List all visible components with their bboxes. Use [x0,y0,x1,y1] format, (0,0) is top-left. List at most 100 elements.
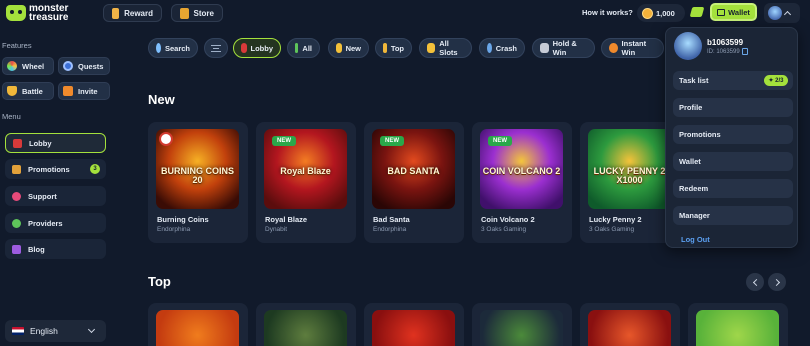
sidebar-item-lobby[interactable]: Lobby [5,133,106,153]
chip-label: All [302,43,312,53]
sidebar-item-support[interactable]: Support [5,186,106,206]
copy-icon[interactable] [742,48,748,55]
chip-label: Crash [495,43,517,53]
game-thumbnail[interactable]: LUCKY PENNY 2 X1000 [588,129,671,209]
menu-item-promotions[interactable]: Promotions [673,125,793,144]
game-card[interactable] [688,303,788,346]
hold-win-icon [540,43,549,53]
task-progress-value: 2/3 [775,77,784,84]
sidebar-item-label: Promotions [28,164,70,174]
chip-all-slots[interactable]: All Slots [419,38,472,58]
support-icon [12,191,21,201]
lobby-icon [13,138,22,148]
chip-instant-win[interactable]: Instant Win [601,38,664,58]
game-thumbnail[interactable] [264,310,347,346]
feature-battle-button[interactable]: Battle [2,82,54,100]
menu-item-manager[interactable]: Manager [673,206,793,225]
profile-menu-button[interactable] [764,3,800,23]
game-art-title: BAD SANTA [387,166,440,176]
trophy-icon [7,86,17,96]
game-card[interactable] [472,303,572,346]
game-card[interactable]: Royal Blaze NEW Royal Blaze Dynabit [256,122,356,243]
blog-icon [12,244,21,254]
provider-logo-icon [159,132,173,146]
new-badge: NEW [380,136,404,146]
menu-item-profile[interactable]: Profile [673,98,793,117]
store-label: Store [193,8,214,18]
chip-search[interactable]: Search [148,38,198,58]
gift-icon [12,164,21,174]
feature-wheel-button[interactable]: Wheel [2,57,54,75]
ticket-icon[interactable] [689,7,705,17]
sidebar-item-blog[interactable]: Blog [5,239,106,259]
game-thumbnail[interactable] [588,310,671,346]
game-provider: 3 Oaks Gaming [481,226,527,233]
sidebar-item-promotions[interactable]: Promotions 3 [5,159,106,179]
game-thumbnail[interactable]: Royal Blaze NEW [264,129,347,209]
game-card[interactable] [256,303,356,346]
brand-logo[interactable]: monster treasure [6,2,96,24]
game-provider: Endorphina [373,226,407,233]
chip-label: Search [164,43,190,53]
chip-label: All Slots [439,39,458,57]
store-button[interactable]: Store [171,4,223,22]
how-it-works-link[interactable]: How it works? [582,8,633,17]
chip-crash[interactable]: Crash [479,38,525,58]
reward-chest-icon [112,7,120,19]
profile-dropdown: b1063599 ID: 1063599 Task list ✦ 2/3 Pro… [665,27,798,248]
feature-invite-button[interactable]: Invite [58,82,110,100]
sidebar-item-label: Providers [28,218,63,228]
wallet-icon [717,8,726,16]
wallet-button[interactable]: Wallet [710,3,757,21]
menu-item-task-list[interactable]: Task list ✦ 2/3 [673,71,793,90]
sidebar-item-providers[interactable]: Providers [5,213,106,233]
game-card[interactable]: COIN VOLCANO 2 NEW Coin Volcano 2 3 Oaks Ga… [472,122,572,243]
menu-item-wallet[interactable]: Wallet [673,152,793,171]
feature-quests-label: Quests [78,61,104,71]
new-badge: NEW [488,136,512,146]
features-heading: Features [2,41,32,50]
chip-label: Hold & Win [552,39,577,57]
reward-button[interactable]: Reward [103,4,162,22]
language-select[interactable]: English [5,320,106,342]
game-card[interactable] [148,303,248,346]
chip-filter[interactable] [204,38,228,58]
game-art-title: COIN VOLCANO 2 [482,166,561,176]
task-progress-badge: ✦ 2/3 [764,75,788,86]
providers-icon [12,218,21,228]
chip-new[interactable]: New [328,38,369,58]
game-thumbnail[interactable]: BURNING COINS 20 [156,129,239,209]
chip-hold-win[interactable]: Hold & Win [532,38,595,58]
user-id: ID: 1063599 [707,49,740,55]
logout-link[interactable]: Log Out [681,235,710,244]
game-art-title: LUCKY PENNY 2 X1000 [593,166,666,185]
task-list-label: Task list [679,76,709,85]
feature-invite-label: Invite [78,86,98,96]
game-card[interactable] [364,303,464,346]
chip-top[interactable]: Top [375,38,412,58]
game-thumbnail[interactable]: COIN VOLCANO 2 NEW [480,129,563,209]
game-card[interactable] [580,303,680,346]
chip-lobby[interactable]: Lobby [233,38,281,58]
chip-all[interactable]: All [287,38,320,58]
game-provider: Endorphina [157,226,191,233]
game-thumbnail[interactable]: BAD SANTA NEW [372,129,455,209]
game-thumbnail[interactable] [480,310,563,346]
feature-quests-button[interactable]: Quests [58,57,110,75]
carousel-next-button[interactable] [768,273,786,291]
sidebar: Features Wheel Quests Battle Invite Menu… [0,26,114,346]
coin-balance[interactable]: 1,000 [637,4,685,22]
game-thumbnail[interactable] [156,310,239,346]
invite-icon [63,86,73,96]
game-thumbnail[interactable] [696,310,779,346]
section-title-top: Top [148,274,171,289]
game-thumbnail[interactable] [372,310,455,346]
carousel-prev-button[interactable] [746,273,764,291]
game-card[interactable]: BAD SANTA NEW Bad Santa Endorphina [364,122,464,243]
wallet-label: Wallet [728,7,750,17]
game-provider: Dynabit [265,226,288,233]
chevron-down-icon [87,325,96,334]
game-card[interactable]: BURNING COINS 20 Burning Coins Endorphina [148,122,248,243]
game-name: Lucky Penny 2 [589,215,642,224]
menu-item-redeem[interactable]: Redeem [673,179,793,198]
